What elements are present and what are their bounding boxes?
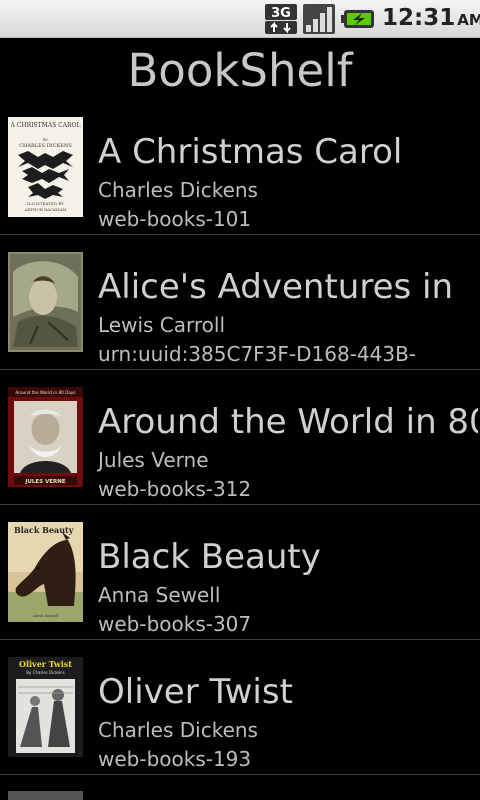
- clock-ampm: AM: [457, 11, 480, 29]
- book-title: Alice's Adventures in: [98, 267, 454, 307]
- svg-text:Anna Sewell: Anna Sewell: [32, 613, 59, 618]
- book-id: web-books-307: [98, 612, 252, 636]
- svg-text:ARTHUR RACKHAM: ARTHUR RACKHAM: [23, 207, 66, 212]
- list-item[interactable]: Oliver Twist By Charles Dickens Oliver T…: [0, 640, 480, 775]
- book-title: Around the World in 80: [98, 402, 478, 442]
- svg-text:Around the World in 80 Days: Around the World in 80 Days: [15, 390, 75, 395]
- book-author: Charles Dickens: [98, 718, 258, 742]
- svg-text:ILLUSTRATED BY: ILLUSTRATED BY: [27, 201, 64, 206]
- oliver-twist-cover-icon: Oliver Twist By Charles Dickens: [8, 657, 83, 757]
- svg-text:A CHRISTMAS CAROL: A CHRISTMAS CAROL: [10, 122, 81, 129]
- list-item[interactable]: Alice's Adventures in Lewis Carroll urn:…: [0, 235, 480, 370]
- svg-text:JULES VERNE: JULES VERNE: [24, 479, 66, 485]
- around-the-world-cover-icon: Around the World in 80 Days JULES VERNE: [8, 387, 83, 487]
- 3g-data-icon: 3G: [265, 4, 297, 34]
- book-author: Lewis Carroll: [98, 313, 226, 337]
- book-title: Oliver Twist: [98, 672, 293, 712]
- svg-text:BY: BY: [43, 137, 49, 142]
- book-title: A Christmas Carol: [98, 132, 403, 172]
- list-item[interactable]: A CHRISTMAS CAROL BY CHARLES DICKENS ILL…: [0, 100, 480, 235]
- book-id: urn:uuid:385C7F3F-D168-443B-: [98, 342, 417, 366]
- svg-text:Oliver Twist: Oliver Twist: [19, 659, 72, 669]
- battery-charging-icon: [341, 10, 374, 28]
- svg-text:By Charles Dickens: By Charles Dickens: [26, 670, 64, 675]
- book-author: Charles Dickens: [98, 178, 258, 202]
- list-item[interactable]: Black Beauty Anna Sewell Black Beauty An…: [0, 505, 480, 640]
- signal-strength-icon: [303, 4, 335, 34]
- book-list: A CHRISTMAS CAROL BY CHARLES DICKENS ILL…: [0, 100, 480, 775]
- svg-text:CHARLES DICKENS: CHARLES DICKENS: [19, 143, 72, 149]
- svg-text:3G: 3G: [271, 6, 291, 21]
- page-title: BookShelf: [127, 44, 353, 97]
- book-title: Black Beauty: [98, 537, 321, 577]
- status-bar: 3G 12:31 AM: [0, 0, 480, 38]
- alice-cover-icon: [8, 252, 83, 352]
- book-id: web-books-312: [98, 477, 252, 501]
- book-author: Anna Sewell: [98, 583, 221, 607]
- black-beauty-cover-icon: Black Beauty Anna Sewell: [8, 522, 83, 622]
- book-id: web-books-193: [98, 747, 252, 771]
- christmas-carol-cover-icon: A CHRISTMAS CAROL BY CHARLES DICKENS ILL…: [8, 117, 83, 217]
- clock-time: 12:31: [382, 5, 456, 31]
- status-clock: 12:31 AM: [382, 5, 480, 31]
- svg-text:Black Beauty: Black Beauty: [14, 525, 74, 535]
- book-id: web-books-101: [98, 207, 252, 231]
- next-book-cover-icon[interactable]: [8, 791, 83, 800]
- book-author: Jules Verne: [98, 448, 209, 472]
- list-item[interactable]: Around the World in 80 Days JULES VERNE …: [0, 370, 480, 505]
